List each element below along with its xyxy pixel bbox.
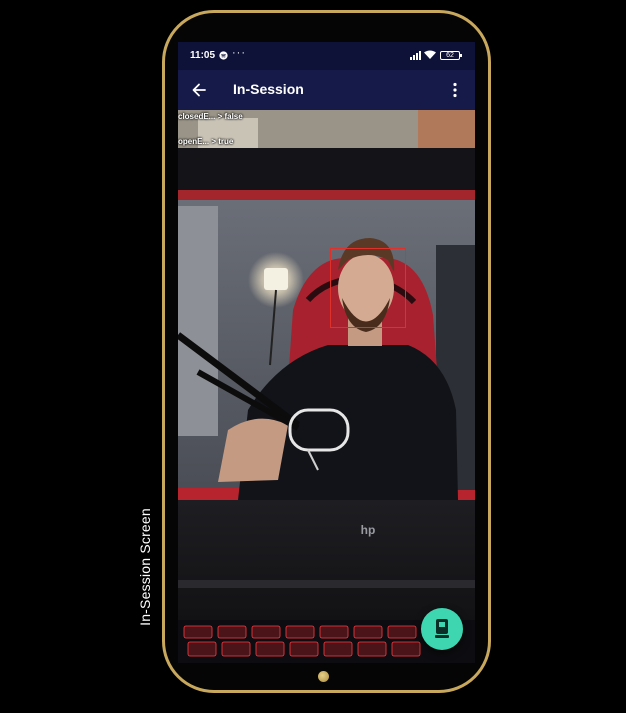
session-fab-button[interactable] — [421, 608, 463, 650]
status-more: ··· — [232, 47, 246, 59]
page-title: In-Session — [233, 81, 304, 97]
battery-icon: 62 — [440, 51, 462, 60]
app-bar: In-Session — [178, 70, 475, 110]
svg-text:hp: hp — [361, 523, 376, 537]
camera-scene: hp — [178, 110, 475, 663]
wifi-icon — [424, 50, 436, 59]
open-eyes-readout: openE... > true — [178, 137, 234, 146]
closed-eyes-readout: closedE... > false — [178, 112, 243, 121]
signal-icon — [410, 51, 421, 60]
status-time: 11:05 — [190, 50, 216, 61]
home-button[interactable] — [318, 671, 329, 682]
more-vert-icon[interactable] — [450, 81, 460, 99]
camera-preview: hp closedE... > false openE... > true — [178, 110, 475, 663]
device-icon — [435, 619, 449, 638]
spotify-icon — [219, 51, 228, 60]
phone-screen: 11:05 ··· 62 In-Session hp closedE... > … — [178, 42, 475, 663]
screen-caption: In-Session Screen — [137, 508, 153, 626]
arrow-left-icon[interactable] — [190, 81, 208, 99]
face-detection-box — [330, 248, 406, 328]
status-bar: 11:05 ··· 62 — [178, 42, 475, 70]
